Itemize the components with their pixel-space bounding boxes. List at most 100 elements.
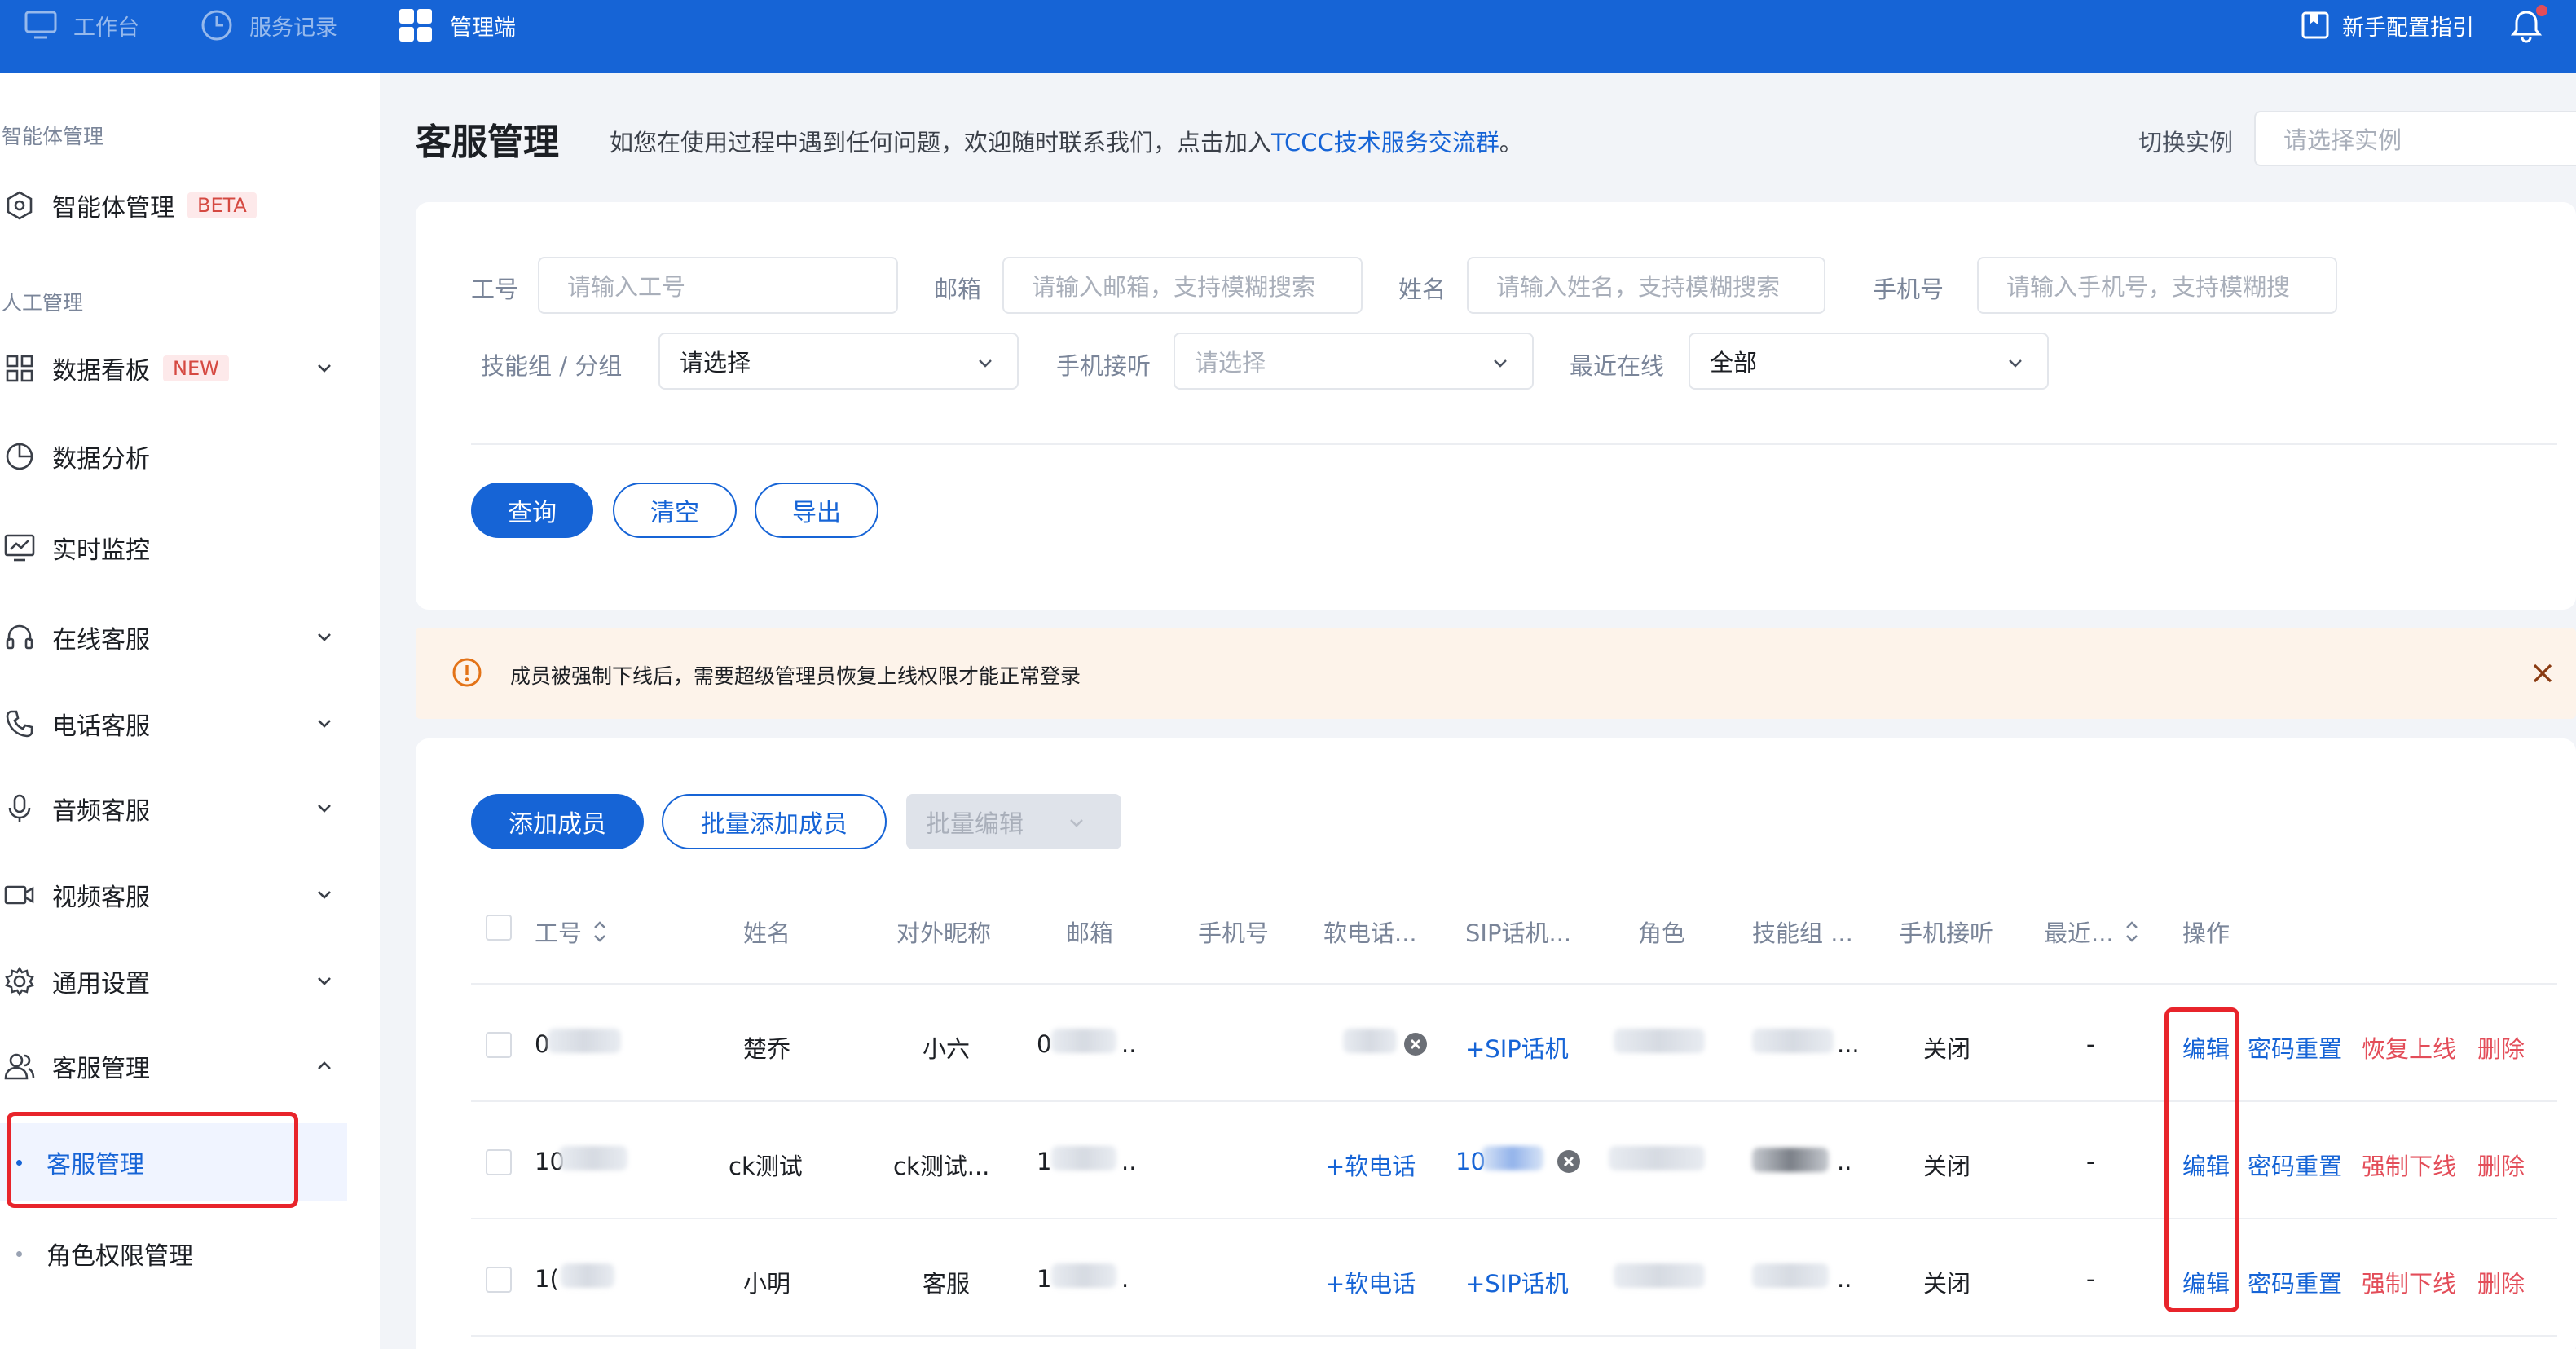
sidebar-item-online-service[interactable]: 在线客服 <box>0 613 350 662</box>
column-header-job-no[interactable]: 工号 <box>535 915 608 949</box>
cell-skill-group-tail: ... <box>1837 1030 1860 1058</box>
delete-link[interactable]: 删除 <box>2477 1265 2525 1299</box>
row-checkbox[interactable] <box>486 1032 512 1058</box>
clear-circle-icon[interactable] <box>1403 1032 1428 1056</box>
row-checkbox[interactable] <box>486 1149 512 1175</box>
nav-service-record[interactable]: 服务记录 <box>200 0 337 51</box>
email-input[interactable]: 请输入邮箱，支持模糊搜索 <box>1002 257 1363 314</box>
microphone-icon <box>8 794 31 822</box>
setup-guide-link[interactable]: 新手配置指引 <box>2301 0 2474 51</box>
add-sip-phone-link[interactable]: +SIP话机 <box>1465 1030 1569 1065</box>
redacted-role <box>1614 1029 1705 1053</box>
monitor-icon <box>24 11 57 39</box>
chevron-down-icon <box>318 364 331 373</box>
page-description-suffix: 。 <box>1499 129 1523 157</box>
column-header-mobile: 手机号 <box>1198 919 1270 947</box>
skill-group-select[interactable]: 请选择 <box>658 333 1019 390</box>
export-button[interactable]: 导出 <box>755 483 878 538</box>
restore-online-link[interactable]: 恢复上线 <box>2362 1030 2456 1065</box>
chevron-up-icon <box>318 1061 331 1069</box>
cell-email: 1 <box>1037 1265 1052 1293</box>
redacted-skill-group <box>1752 1029 1834 1053</box>
name-input[interactable]: 请输入姓名，支持模糊搜索 <box>1467 257 1825 314</box>
clear-button[interactable]: 清空 <box>613 483 737 538</box>
clear-circle-icon[interactable] <box>1557 1149 1581 1174</box>
force-offline-link[interactable]: 强制下线 <box>2362 1265 2456 1299</box>
sidebar-item-general-settings-label: 通用设置 <box>52 970 150 999</box>
reset-password-link[interactable]: 密码重置 <box>2248 1148 2342 1182</box>
add-softphone-link[interactable]: +软电话 <box>1325 1265 1416 1299</box>
sidebar-item-agent[interactable]: 智能体管理 BETA <box>0 181 350 230</box>
job-no-input[interactable]: 请输入工号 <box>538 257 898 314</box>
row-divider <box>471 983 2557 985</box>
chevron-down-icon <box>979 359 992 368</box>
row-checkbox[interactable] <box>486 1267 512 1293</box>
instance-select[interactable]: 请选择实例 <box>2254 111 2576 166</box>
close-icon[interactable] <box>2530 660 2556 686</box>
column-header-phone-answer: 手机接听 <box>1899 919 1994 947</box>
row-divider <box>471 1218 2557 1219</box>
force-offline-link[interactable]: 强制下线 <box>2362 1148 2456 1182</box>
nav-admin[interactable]: 管理端 <box>398 0 516 51</box>
redacted-skill-group <box>1752 1263 1829 1288</box>
sidebar-item-general-settings[interactable]: 通用设置 <box>0 957 350 1006</box>
reset-password-link[interactable]: 密码重置 <box>2248 1030 2342 1065</box>
batch-edit-label: 批量编辑 <box>926 810 1024 839</box>
chevron-down-icon <box>318 977 331 985</box>
cell-name: 楚乔 <box>743 1035 791 1063</box>
cell-email: 1 <box>1037 1148 1052 1175</box>
add-sip-phone-link[interactable]: +SIP话机 <box>1465 1265 1569 1299</box>
sidebar-item-audio-service[interactable]: 音频客服 <box>0 784 350 833</box>
sidebar-item-phone-service[interactable]: 电话客服 <box>0 699 350 748</box>
add-member-button[interactable]: 添加成员 <box>471 794 644 849</box>
sidebar-item-audio-service-label: 音频客服 <box>52 797 150 826</box>
sidebar-item-agent-label: 智能体管理 <box>52 194 174 223</box>
sidebar-item-monitor[interactable]: 实时监控 <box>0 523 350 572</box>
switch-instance-label: 切换实例 <box>2138 129 2234 157</box>
cell-name: 小明 <box>743 1270 791 1298</box>
chevron-down-icon <box>2009 359 2022 368</box>
nav-workbench[interactable]: 工作台 <box>24 0 139 51</box>
sidebar-item-dashboard-label: 数据看板 <box>52 357 150 386</box>
chevron-down-icon <box>318 633 331 641</box>
select-all-checkbox[interactable] <box>486 915 512 941</box>
skill-group-label: 技能组 / 分组 <box>481 352 623 380</box>
column-header-last-online-label: 最近... <box>2044 919 2114 947</box>
redacted-job-no <box>559 1146 627 1170</box>
phone-answer-select[interactable]: 请选择 <box>1174 333 1534 390</box>
sidebar-item-agent-management[interactable]: 客服管理 <box>0 1042 350 1091</box>
nav-admin-label: 管理端 <box>450 15 516 41</box>
cell-phone-answer: 关闭 <box>1923 1270 1971 1298</box>
column-header-job-no-label: 工号 <box>535 919 583 947</box>
sidebar-item-analysis[interactable]: 数据分析 <box>0 432 350 481</box>
last-online-select[interactable]: 全部 <box>1689 333 2049 390</box>
cell-phone-answer: 关闭 <box>1923 1153 1971 1180</box>
delete-link[interactable]: 删除 <box>2477 1148 2525 1182</box>
column-header-last-online[interactable]: 最近... <box>2044 915 2140 949</box>
delete-link[interactable]: 删除 <box>2477 1030 2525 1065</box>
setup-guide-label: 新手配置指引 <box>2342 15 2474 41</box>
tccc-group-link[interactable]: TCCC技术服务交流群 <box>1271 129 1499 157</box>
clock-icon <box>201 10 232 41</box>
sidebar-item-dashboard[interactable]: 数据看板 NEW <box>0 344 350 393</box>
cell-nickname: 客服 <box>923 1270 971 1298</box>
add-softphone-link[interactable]: +软电话 <box>1325 1148 1416 1182</box>
sidebar-item-phone-service-label: 电话客服 <box>52 712 150 741</box>
batch-edit-button: 批量编辑 <box>906 794 1121 849</box>
batch-add-member-button[interactable]: 批量添加成员 <box>662 794 887 849</box>
redacted-job-no <box>561 1263 614 1288</box>
sidebar-item-video-service[interactable]: 视频客服 <box>0 871 350 919</box>
redacted-skill-group <box>1752 1148 1829 1172</box>
phone-input[interactable]: 请输入手机号，支持模糊搜 <box>1977 257 2337 314</box>
chevron-down-icon <box>1494 359 1507 368</box>
users-icon <box>4 1053 35 1080</box>
column-header-sip-phone: SIP话机... <box>1465 919 1572 947</box>
sidebar-subitem-role-permission[interactable]: 角色权限管理 <box>0 1213 347 1294</box>
query-button[interactable]: 查询 <box>471 483 593 538</box>
column-header-role: 角色 <box>1638 919 1686 947</box>
sort-icon <box>2125 921 2138 942</box>
cell-name: ck测试 <box>729 1153 803 1180</box>
cell-last-online: - <box>2086 1030 2095 1058</box>
reset-password-link[interactable]: 密码重置 <box>2248 1265 2342 1299</box>
redacted-sip-phone <box>1482 1146 1543 1170</box>
